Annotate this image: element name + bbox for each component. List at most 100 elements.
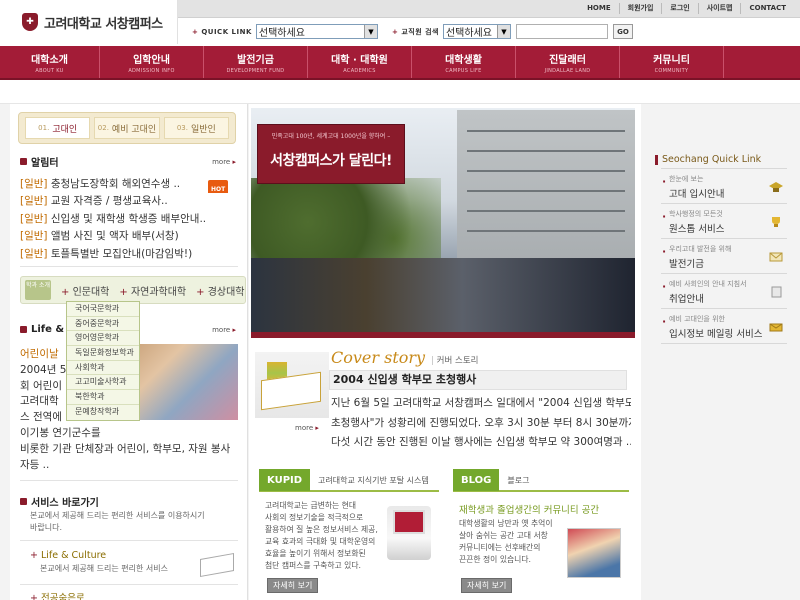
notice-text: 충청남도장학회 해외연수생 ..	[50, 178, 181, 190]
list-item[interactable]: [일반] 앨범 사진 및 액자 배부(서창)	[20, 228, 240, 245]
notice-tag: [일반]	[20, 212, 48, 225]
dropdown-item[interactable]: 문예창작학과	[67, 405, 139, 420]
blog-line: 살아 숨쉬는 공간 고대 서창	[459, 531, 548, 540]
blog-title[interactable]: 재학생과 졸업생간의 커뮤니티 공간	[459, 502, 599, 516]
quick-item-fund[interactable]: 우리고대 발전을 위해 발전기금	[661, 239, 787, 274]
building-window-row	[467, 150, 625, 152]
quick-item-admission[interactable]: 한눈에 보는 고대 입시안내	[661, 169, 787, 204]
bullet-icon	[20, 158, 27, 165]
life-more-link[interactable]: more	[212, 326, 236, 334]
list-item[interactable]: [일반] 신입생 및 재학생 학생증 배부안내..	[20, 211, 240, 228]
cover-line: 다섯 시간 동안 진행된 이날 행사에는 신입생 학부모 약 300여명과 ..	[331, 436, 631, 449]
department-dropdown: 국어국문학과 중어중문학과 영어영문학과 독일문화정보학과 사회학과 고고미술사…	[66, 301, 140, 421]
dropdown-item[interactable]: 북한학과	[67, 390, 139, 405]
util-login-link[interactable]: 로그인	[661, 3, 697, 14]
quick-link-select[interactable]: 선택하세요 ▼	[255, 24, 378, 39]
nav-community[interactable]: 커뮤니티 COMMUNITY	[620, 46, 724, 78]
blog-detail-button[interactable]: 자세히 보기	[461, 578, 513, 593]
main-nav: 대학소개 ABOUT KU 입학안내 ADMISSION INFO 발전기금 DEVE…	[0, 46, 800, 80]
tab-label: 일반인	[190, 124, 216, 135]
util-contact-link[interactable]: CONTACT	[740, 3, 794, 14]
department-bar: 학과 소개 인문대학 자연과학대학 경상대학	[20, 276, 246, 304]
quick-item-employment[interactable]: 예비 사회인의 안내 지침서 취업안내	[661, 274, 787, 309]
util-join-link[interactable]: 회원가입	[618, 3, 662, 14]
nav-campus-life[interactable]: 대학생활 CAMPUS LIFE	[412, 46, 516, 78]
kupid-line: 활용하여 질 높은 정보서비스 제공,	[265, 525, 378, 534]
kupid-line: 교육 효과의 극대화 및 대학운영의	[265, 537, 376, 546]
go-button[interactable]: GO	[612, 24, 633, 39]
kupid-detail-button[interactable]: 자세히 보기	[267, 578, 319, 593]
blog-label[interactable]: BLOG	[453, 469, 500, 491]
cover-body[interactable]: 지난 6월 5일 고려대학교 서창캠퍼스 일대에서 "2004 신입생 학부모 …	[331, 394, 631, 453]
notice-more-link[interactable]: more	[212, 158, 236, 166]
cover-headline[interactable]: 2004 신입생 학부모 초청행사	[329, 370, 627, 390]
tab-prospective[interactable]: 02. 예비 고대인	[94, 117, 160, 139]
center-column: 민족고대 100년, 세계고대 1000년을 향하여 – 서창캠퍼스가 달린다!…	[249, 104, 641, 600]
life-line: 비롯한 기관 단체장과 어린이, 학부모, 자원 봉사	[20, 442, 231, 455]
notice-text: 신입생 및 재학생 학생증 배부안내..	[50, 212, 207, 225]
notice-tag: [일반]	[20, 195, 48, 208]
util-home-link[interactable]: HOME	[579, 3, 619, 14]
services-subtitle: 본교에서 제공해 드리는 편리한 서비스를 이용하시기 바랍니다.	[30, 510, 220, 534]
staff-search: 교직원 검색 선택하세요 ▼ GO	[392, 24, 633, 39]
logo-text: 고려대학교 서창캠퍼스	[44, 16, 163, 32]
kupid-label[interactable]: KUPID	[259, 469, 311, 491]
blog-line: 커뮤니티에는 선후배간의	[459, 543, 541, 552]
nav-jindallae[interactable]: 진달래터 JINDALLAE LAND	[516, 46, 620, 78]
dropdown-item[interactable]: 독일문화정보학과	[67, 346, 139, 361]
dropdown-item[interactable]: 영어영문학과	[67, 331, 139, 347]
nav-sublabel: CAMPUS LIFE	[445, 67, 482, 74]
list-item[interactable]: [일반] 교원 자격증 / 평생교육사..	[20, 193, 240, 210]
notice-tag: [일반]	[20, 230, 48, 243]
kupid-body: 고려대학교는 급변하는 현대 사회의 정보기술을 적극적으로 활용하여 질 높은…	[265, 500, 378, 572]
hero-banner[interactable]: 민족고대 100년, 세계고대 1000년을 향하여 – 서창캠퍼스가 달린다!	[251, 108, 635, 338]
list-item[interactable]: [일반] 충청남도장학회 해외연수생 .. HOT	[20, 176, 240, 194]
quick-item-onestop[interactable]: 학사행정의 모든것 원스톱 서비스	[661, 204, 787, 239]
nav-development-fund[interactable]: 발전기금 DEVELOPMENT FUND	[204, 46, 308, 78]
nav-about[interactable]: 대학소개 ABOUT KU	[0, 46, 100, 78]
dropdown-item[interactable]: 중어중문학과	[67, 317, 139, 332]
staff-search-input[interactable]	[515, 24, 608, 39]
dept-business[interactable]: 경상대학	[196, 283, 245, 298]
dropdown-item[interactable]: 고고미술사학과	[67, 375, 139, 391]
tab-label: 고대인	[52, 124, 78, 135]
building-window-row	[467, 170, 625, 172]
divider	[20, 584, 238, 585]
nav-academics[interactable]: 대학 · 대학원 ACADEMICS	[308, 46, 412, 78]
staff-search-select[interactable]: 선택하세요 ▼	[442, 24, 511, 39]
quick-menu-list: 한눈에 보는 고대 입시안내 학사행정의 모든것 원스톱 서비스 우리고대 발전…	[661, 168, 787, 344]
tab-ku-member[interactable]: 01. 고대인	[25, 117, 91, 139]
staff-search-value: 선택하세요	[445, 28, 492, 39]
divider	[20, 266, 238, 267]
dropdown-item[interactable]: 사회학과	[67, 361, 139, 376]
quick-item-mailing[interactable]: 예비 고대인을 위한 입시정보 메일링 서비스	[661, 309, 787, 344]
list-item[interactable]: [일반] 토플특별반 모집안내(마감임박!)	[20, 246, 240, 263]
logo[interactable]: ✚ 고려대학교 서창캠퍼스	[0, 0, 178, 44]
nav-admission[interactable]: 입학안내 ADMISSION INFO	[100, 46, 204, 78]
hero-crowd	[251, 258, 635, 338]
nav-sublabel: COMMUNITY	[654, 67, 689, 74]
dropdown-arrow-icon: ▼	[496, 25, 510, 38]
util-sitemap-link[interactable]: 사이트맵	[697, 3, 741, 14]
building-window-row	[467, 230, 625, 232]
page-body: 01.고대인 02.예비 고대인 03.일반인 알림터 more [일반] 충청…	[0, 104, 800, 600]
life-line: 자등 ..	[20, 458, 50, 471]
divider	[20, 540, 238, 541]
blog-header: BLOG 블로그	[453, 469, 629, 492]
service-major[interactable]: 전공숨은로	[30, 590, 240, 600]
tab-general[interactable]: 03. 일반인	[163, 117, 229, 139]
dept-natural-science[interactable]: 자연과학대학	[119, 283, 186, 298]
blog-body: 대학생활의 낭만과 옛 추억이 살아 숨쉬는 공간 고대 서창 커뮤니티에는 선…	[459, 518, 563, 566]
nav-sublabel: ACADEMICS	[343, 67, 376, 74]
notice-tag: [일반]	[20, 247, 48, 260]
kupid-line: 사회의 정보기술을 적극적으로	[265, 513, 364, 522]
hero-caption: 민족고대 100년, 세계고대 1000년을 향하여 – 서창캠퍼스가 달린다!	[257, 124, 405, 184]
dropdown-item[interactable]: 국어국문학과	[67, 302, 139, 317]
dept-humanities[interactable]: 인문대학	[61, 283, 110, 298]
cover-more-link[interactable]: more	[295, 424, 319, 432]
building-window-row	[467, 210, 625, 212]
cover-story-title: Cover story 커버 스토리	[331, 348, 478, 367]
computer-screen	[393, 510, 425, 534]
notice-text: 앨범 사진 및 액자 배부(서창)	[50, 230, 179, 243]
cover-line: 지난 6월 5일 고려대학교 서창캠퍼스 일대에서 "2004 신입생 학부모	[331, 397, 631, 409]
